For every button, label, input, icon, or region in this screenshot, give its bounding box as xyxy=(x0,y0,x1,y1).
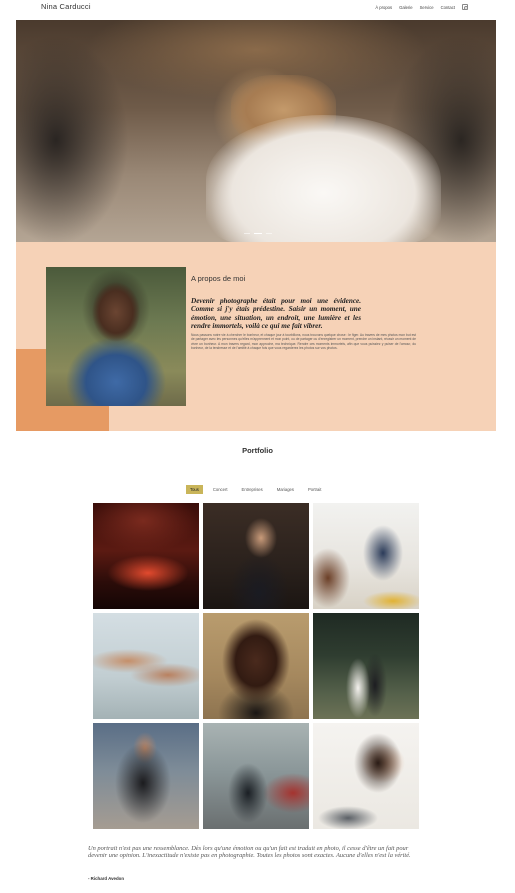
testimonial-quote: Un portrait n'est pas une ressemblance. … xyxy=(88,845,411,860)
concert-performer-photo[interactable] xyxy=(203,723,309,829)
nav-link-contact[interactable]: Contact xyxy=(441,5,455,10)
brand-name[interactable]: Nina Carducci xyxy=(41,2,91,11)
main-nav: À propos Galerie Service Contact xyxy=(375,4,469,11)
filter-business[interactable]: Entreprises xyxy=(238,485,267,494)
woman-laptop-photo[interactable] xyxy=(313,723,419,829)
about-title: A propos de moi xyxy=(191,274,246,283)
filter-portrait[interactable]: Portrait xyxy=(304,485,326,494)
portfolio-gallery xyxy=(93,503,419,829)
site-header: Nina Carducci À propos Galerie Service C… xyxy=(0,0,515,18)
about-section: A propos de moi Devenir photographe étai… xyxy=(16,242,496,431)
nav-link-about[interactable]: À propos xyxy=(375,5,392,10)
portfolio-filters: Tous Concert Entreprises Mariages Portra… xyxy=(186,485,325,494)
nav-link-gallery[interactable]: Galerie xyxy=(399,5,413,10)
nav-link-service[interactable]: Service xyxy=(420,5,434,10)
woman-portrait-photo[interactable] xyxy=(93,723,199,829)
carousel-indicators xyxy=(244,233,272,235)
hands-touching-photo[interactable] xyxy=(93,613,199,719)
man-portrait-photo[interactable] xyxy=(203,613,309,719)
wedding-couple-photo[interactable] xyxy=(313,613,419,719)
carousel-dot-active[interactable] xyxy=(254,233,262,235)
businessman-portrait-photo[interactable] xyxy=(203,503,309,609)
instagram-icon[interactable] xyxy=(462,4,469,11)
carousel-dot[interactable] xyxy=(244,233,250,235)
portfolio-title: Portfolio xyxy=(242,446,273,455)
filter-concert[interactable]: Concert xyxy=(209,485,232,494)
filter-weddings[interactable]: Mariages xyxy=(273,485,298,494)
about-body: Nous passons notre vie à chercher le bon… xyxy=(191,333,416,351)
about-lead: Devenir photographe était pour moi une é… xyxy=(191,297,361,331)
hero-bride-dress xyxy=(206,115,441,242)
quote-author: - Richard Avedon xyxy=(88,876,125,881)
hero-carousel[interactable] xyxy=(16,20,496,242)
concert-stage-photo[interactable] xyxy=(93,503,199,609)
carousel-dot[interactable] xyxy=(266,233,272,235)
filter-all[interactable]: Tous xyxy=(186,485,203,494)
about-portrait-photo xyxy=(46,267,186,406)
business-meeting-photo[interactable] xyxy=(313,503,419,609)
